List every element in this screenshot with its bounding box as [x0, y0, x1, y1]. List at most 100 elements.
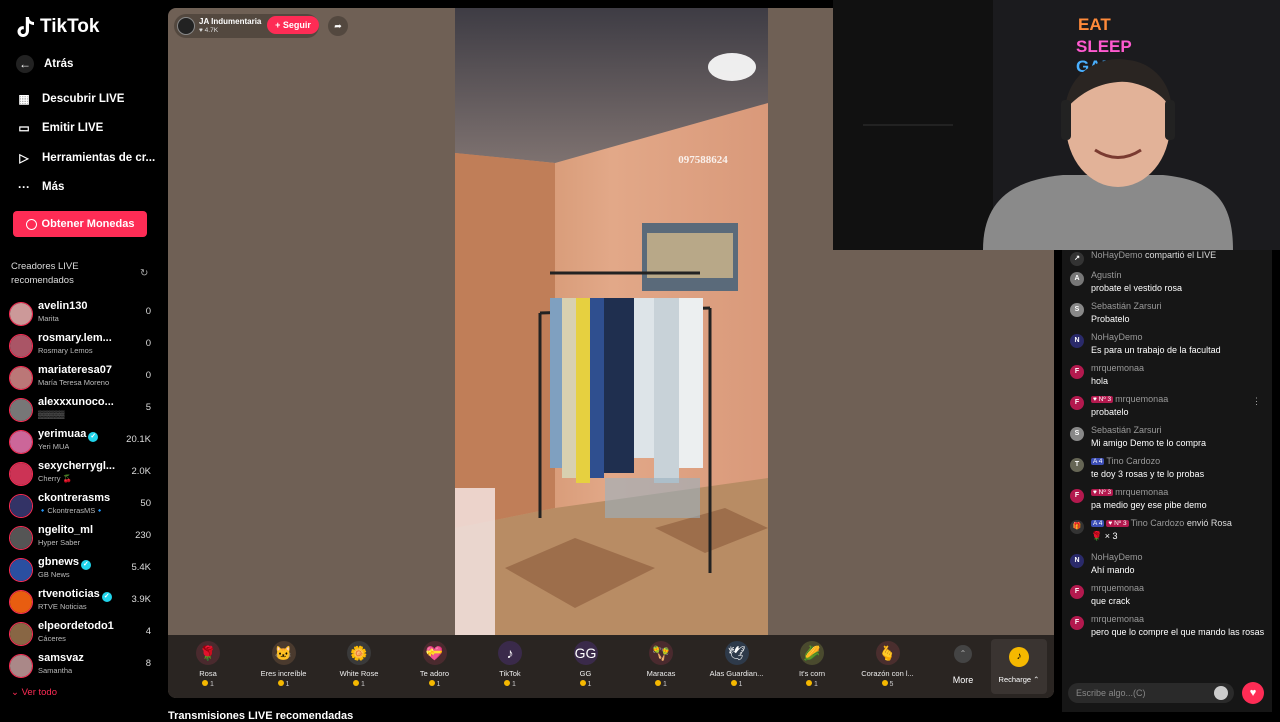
- creator-row[interactable]: elpeordetodo1 Cáceres 4: [9, 620, 151, 650]
- nav-discover-label: Descubrir LIVE: [42, 93, 125, 105]
- creator-nickname: Samantha: [38, 666, 73, 675]
- creator-row[interactable]: mariateresa07 María Teresa Moreno 0: [9, 364, 151, 394]
- creator-row[interactable]: avelin130 Marita 0: [9, 300, 151, 330]
- gift-label: Eres increíble: [260, 669, 307, 678]
- chat-text: Probatelo: [1091, 314, 1130, 324]
- camera-icon: ▭: [18, 121, 30, 135]
- gift-icon: 🫰: [875, 641, 900, 665]
- chat-input[interactable]: Escribe algo...(C): [1068, 683, 1234, 703]
- host-likes-count: 4.7K: [204, 27, 219, 34]
- creator-avatar: [9, 654, 33, 678]
- creator-row[interactable]: gbnews ✓ GB News 5.4K: [9, 556, 151, 586]
- play-circle-icon: ▷: [19, 151, 29, 165]
- creator-row[interactable]: alexxxunoco... ▒▒▒▒▒ 5: [9, 396, 151, 426]
- creator-avatar: [9, 494, 33, 518]
- share-icon[interactable]: ➦: [328, 16, 348, 36]
- chat-username: NoHayDemo: [1091, 552, 1143, 562]
- level-badge: A 4: [1091, 458, 1105, 465]
- message-options-icon[interactable]: ⋮: [1252, 396, 1261, 407]
- gift-item[interactable]: 🌹 Rosa 1: [172, 635, 244, 698]
- creator-row[interactable]: rtvenoticias ✓ RTVE Noticias 3.9K: [9, 588, 151, 618]
- gift-price: 1: [625, 680, 697, 688]
- creator-avatar: [9, 622, 33, 646]
- chat-text: que crack: [1091, 596, 1131, 606]
- chat-avatar: T: [1070, 458, 1084, 472]
- chevron-up-icon: ⌃: [954, 645, 972, 663]
- host-name: JA Indumentaria: [199, 17, 262, 26]
- creator-avatar: [9, 558, 33, 582]
- recharge-button[interactable]: ♪ Recharge ⌃: [991, 639, 1047, 694]
- gift-item[interactable]: 🌼 White Rose 1: [323, 635, 395, 698]
- streamer-webcam: EAT SLEEP GAME: [833, 0, 1280, 250]
- creator-row[interactable]: ckontrerasms 🔹CkontrerasMS🔹 50: [9, 492, 151, 522]
- chat-username: A 4 Tino Cardozo: [1091, 456, 1161, 466]
- gift-item[interactable]: GG GG 1: [550, 635, 622, 698]
- rank-badge: ♥ Nº 3: [1106, 520, 1129, 527]
- gift-item[interactable]: 🪇 Maracas 1: [625, 635, 697, 698]
- creator-nickname: Yeri MUA: [38, 442, 70, 451]
- chat-text: Ahí mando: [1091, 565, 1135, 575]
- get-coins-button[interactable]: Obtener Monedas: [13, 211, 147, 237]
- nav-back[interactable]: ← Atrás: [16, 55, 73, 73]
- like-heart-icon[interactable]: ♥: [1242, 682, 1264, 704]
- chat-avatar: F: [1070, 396, 1084, 410]
- creator-row[interactable]: rosmary.lem... Rosmary Lemos 0: [9, 332, 151, 362]
- more-gifts-button[interactable]: ⌃ More: [938, 635, 988, 698]
- get-coins-label: Obtener Monedas: [41, 218, 135, 230]
- creator-row[interactable]: yerimuaa ✓ Yeri MUA 20.1K: [9, 428, 151, 458]
- gift-item[interactable]: 🌽 It's corn 1: [776, 635, 848, 698]
- calendar-live-icon: ▦: [18, 92, 30, 106]
- chat-username: Sebastián Zarsuri: [1091, 425, 1162, 435]
- rank-badge: ♥ Nº 3: [1091, 489, 1114, 496]
- host-avatar[interactable]: [177, 17, 195, 35]
- gift-item[interactable]: ♪ TikTok 1: [474, 635, 546, 698]
- creator-nickname: GB News: [38, 570, 70, 579]
- chat-avatar: A: [1070, 272, 1084, 286]
- chat-username: ♥ Nº 3 mrquemonaa: [1091, 394, 1169, 404]
- chat-username: ♥ Nº 3 mrquemonaa: [1091, 487, 1169, 497]
- creator-row[interactable]: ngelito_ml Hyper Saber 230: [9, 524, 151, 554]
- tiktok-coin-icon: ♪: [1009, 647, 1029, 667]
- nav-back-label: Atrás: [44, 58, 74, 70]
- gift-label: White Rose: [339, 669, 379, 678]
- creator-viewer-count: 3.9K: [131, 594, 151, 605]
- follow-button[interactable]: + Seguir: [267, 16, 319, 34]
- nav-go-live[interactable]: ▭ Emitir LIVE: [16, 120, 103, 136]
- creator-nickname: Cáceres: [38, 634, 66, 643]
- creator-avatar: [9, 590, 33, 614]
- creator-name: elpeordetodo1: [38, 620, 114, 632]
- chat-avatar: S: [1070, 427, 1084, 441]
- chat-avatar: 🎁: [1070, 520, 1084, 534]
- creator-row[interactable]: samsvaz Samantha 8: [9, 652, 151, 682]
- nav-discover-live[interactable]: ▦ Descubrir LIVE: [16, 91, 124, 107]
- creator-row[interactable]: sexycherrygl... Cherry 🍒 2.0K: [9, 460, 151, 490]
- verified-icon: ✓: [88, 432, 99, 442]
- see-all-link[interactable]: ⌄ Ver todo: [11, 687, 57, 698]
- gift-label: GG: [579, 669, 592, 678]
- creator-name: ckontrerasms: [38, 492, 111, 504]
- nav-creator-tools[interactable]: ▷ Herramientas de cr...: [16, 150, 155, 166]
- gift-item[interactable]: 🕊 Alas Guardian... 1: [701, 635, 773, 698]
- gift-item[interactable]: 🫰 Corazón con l... 5: [852, 635, 924, 698]
- gift-icon: 🌹: [196, 641, 220, 665]
- gift-price: 1: [248, 680, 320, 688]
- gift-label: Alas Guardian...: [709, 669, 764, 678]
- see-all-label: Ver todo: [21, 687, 57, 698]
- refresh-icon[interactable]: ↻: [140, 268, 148, 279]
- chat-username: Sebastián Zarsuri: [1091, 301, 1162, 311]
- creator-nickname: RTVE Noticias: [38, 602, 87, 611]
- recommended-creators-title: Creadores LIVE recomendados: [11, 261, 79, 286]
- creator-name: gbnews ✓: [38, 556, 91, 570]
- nav-more[interactable]: ··· Más: [16, 179, 64, 195]
- gift-item[interactable]: 💝 Te adoro 1: [399, 635, 471, 698]
- creator-nickname: Cherry 🍒: [38, 474, 72, 483]
- gift-item[interactable]: 🐱 Eres increíble 1: [248, 635, 320, 698]
- chat-avatar: F: [1070, 585, 1084, 599]
- gift-label: Te adoro: [419, 669, 450, 678]
- creator-avatar: [9, 462, 33, 486]
- gift-price: 1: [550, 680, 622, 688]
- ellipsis-icon: ···: [18, 180, 30, 194]
- emoji-icon[interactable]: [1214, 686, 1228, 700]
- live-video[interactable]: 097588624: [455, 8, 768, 635]
- tiktok-logo[interactable]: TikTok: [16, 16, 99, 38]
